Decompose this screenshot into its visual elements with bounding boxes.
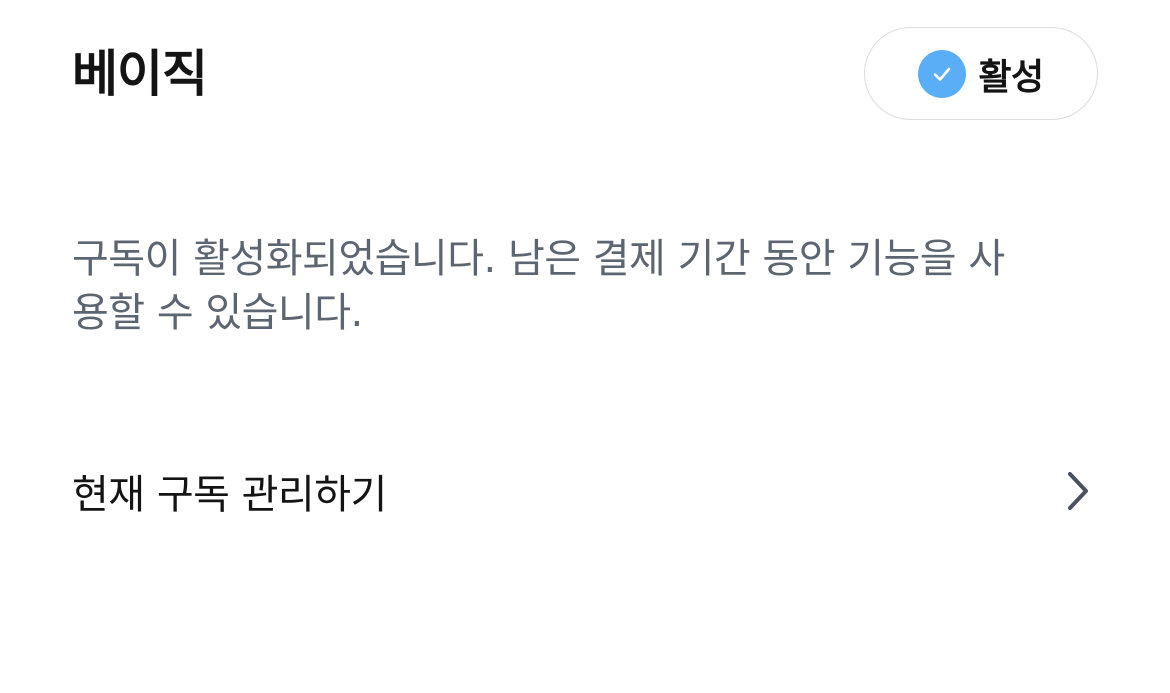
check-circle-icon <box>918 49 967 98</box>
chevron-right-icon <box>1058 469 1098 513</box>
manage-subscription-label: 현재 구독 관리하기 <box>72 472 387 518</box>
status-label: 활성 <box>978 56 1044 98</box>
manage-subscription-button[interactable]: 현재 구독 관리하기 <box>72 455 1098 527</box>
status-badge: 활성 <box>864 27 1098 120</box>
subscription-description: 구독이 활성화되었습니다. 남은 결제 기간 동안 기능을 사용할 수 있습니다… <box>72 236 1005 336</box>
subscription-header: 베이직 활성 <box>72 26 1098 122</box>
plan-title: 베이직 <box>72 45 208 103</box>
